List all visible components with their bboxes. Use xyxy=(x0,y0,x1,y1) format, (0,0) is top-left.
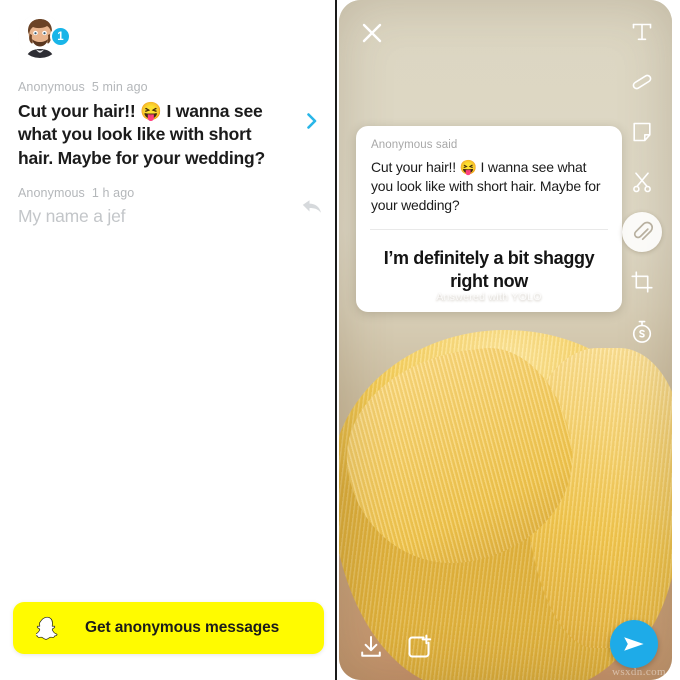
chevron-right-icon[interactable] xyxy=(303,112,321,130)
yolo-question-block: Anonymous said Cut your hair!! 😝 I wanna… xyxy=(356,126,622,229)
cta-label: Get anonymous messages xyxy=(85,619,280,636)
paperclip-icon xyxy=(633,221,654,241)
add-to-story-button[interactable] xyxy=(405,633,433,666)
message-text: Cut your hair!! 😝 I wanna see what you l… xyxy=(18,101,266,168)
message-sender: Anonymous xyxy=(18,80,85,94)
message-meta: Anonymous 1 h ago xyxy=(18,186,318,200)
scissors-tool-button[interactable] xyxy=(622,162,662,202)
scissors-icon xyxy=(633,172,651,193)
editor-tool-rail xyxy=(620,12,664,352)
paper-plane-icon xyxy=(624,637,644,651)
unread-badge: 1 xyxy=(50,26,71,47)
text-tool-button[interactable] xyxy=(622,12,662,52)
yolo-answer-card[interactable]: Anonymous said Cut your hair!! 😝 I wanna… xyxy=(356,126,622,313)
sticker-icon xyxy=(633,122,651,142)
yolo-attribution-label: Answered with YOLO xyxy=(436,291,542,303)
avatar-row[interactable]: 1 xyxy=(18,14,78,60)
inbox-panel: 1 Anonymous 5 min ago Cut your hair!! 😝 I… xyxy=(0,0,337,680)
message-text: My name a jef xyxy=(18,206,126,226)
paperclip-attach-tool-button[interactable] xyxy=(622,212,662,252)
crop-icon xyxy=(631,271,653,293)
text-icon xyxy=(632,23,652,41)
snap-composer-panel: Anonymous said Cut your hair!! 😝 I wanna… xyxy=(339,0,672,680)
watermark-label: wsxdn.com xyxy=(611,666,666,678)
message-time: 1 h ago xyxy=(91,186,135,200)
send-button[interactable] xyxy=(610,620,658,668)
app-screenshot: 1 Anonymous 5 min ago Cut your hair!! 😝 I… xyxy=(0,0,680,680)
add-square-icon xyxy=(408,634,432,658)
sticker-tool-button[interactable] xyxy=(622,112,662,152)
message-item-read[interactable]: Anonymous 1 h ago My name a jef xyxy=(18,186,318,228)
message-time: 5 min ago xyxy=(91,80,148,94)
yolo-question-text: Cut your hair!! 😝 I wanna see what you l… xyxy=(371,159,601,214)
pen-icon xyxy=(632,74,652,90)
close-x-icon[interactable] xyxy=(359,20,385,46)
draw-pen-tool-button[interactable] xyxy=(622,62,662,102)
yolo-prompt-label: Anonymous said xyxy=(371,139,458,151)
download-icon xyxy=(361,636,381,657)
bottom-tool-group xyxy=(357,633,433,666)
message-meta: Anonymous 5 min ago xyxy=(18,80,318,94)
message-sender: Anonymous xyxy=(18,186,85,200)
get-anonymous-messages-button[interactable]: Get anonymous messages xyxy=(13,602,324,654)
crop-tool-button[interactable] xyxy=(622,262,662,302)
save-download-button[interactable] xyxy=(357,633,385,666)
timer-tool-button[interactable] xyxy=(622,312,662,352)
reply-arrow-icon[interactable] xyxy=(301,197,323,217)
snapchat-ghost-icon xyxy=(34,616,58,640)
message-item-unread[interactable]: Anonymous 5 min ago Cut your hair!! 😝 I w… xyxy=(18,80,318,170)
stopwatch-icon xyxy=(632,320,652,343)
